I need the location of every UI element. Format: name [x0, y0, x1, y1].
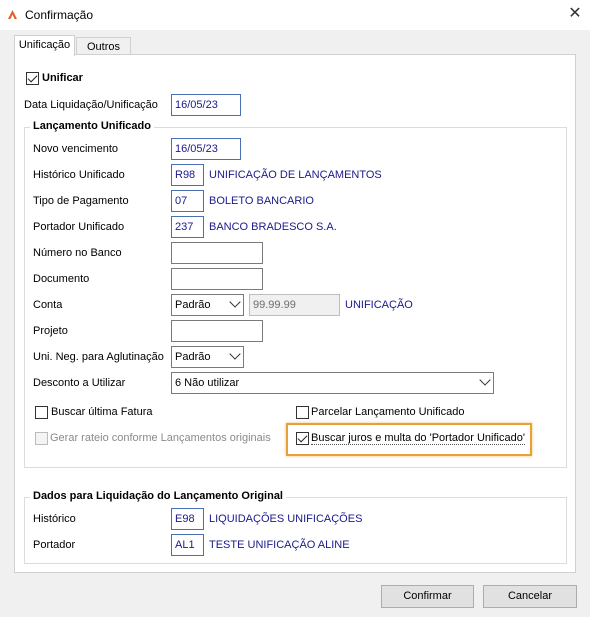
unificar-checkbox[interactable] — [26, 72, 39, 85]
dados-liquidacao-group — [24, 497, 567, 564]
confirm-button-label: Confirmar — [403, 590, 452, 602]
window-title: Confirmação — [25, 8, 94, 22]
buscar-juros-checkbox[interactable] — [296, 432, 309, 445]
buscar-juros-label: Buscar juros e multa do 'Portador Unific… — [311, 432, 525, 445]
historico-original-desc: LIQUIDAÇÕES UNIFICAÇÕES — [209, 513, 363, 525]
tipo-pagamento-code-field[interactable]: 07 — [171, 190, 204, 212]
conta-select[interactable]: Padrão — [171, 294, 244, 316]
projeto-field[interactable] — [171, 320, 263, 342]
novo-vencimento-label: Novo vencimento — [33, 143, 118, 155]
data-liquidacao-label: Data Liquidação/Unificação — [24, 99, 158, 111]
check-icon — [297, 432, 308, 443]
dados-liquidacao-title: Dados para Liquidação do Lançamento Orig… — [30, 490, 286, 502]
conta-select-value: Padrão — [175, 299, 211, 311]
conta-desc: UNIFICAÇÃO — [345, 299, 413, 311]
check-icon — [27, 72, 38, 83]
lancamento-unificado-title: Lançamento Unificado — [30, 120, 154, 132]
close-icon[interactable]: ✕ — [566, 5, 584, 23]
tipo-pagamento-label: Tipo de Pagamento — [33, 195, 129, 207]
historico-unificado-label: Histórico Unificado — [33, 169, 125, 181]
cancel-button-label: Cancelar — [507, 590, 553, 602]
data-liquidacao-field[interactable]: 16/05/23 — [171, 94, 241, 116]
portador-unificado-label: Portador Unificado — [33, 221, 125, 233]
historico-desc: UNIFICAÇÃO DE LANÇAMENTOS — [209, 169, 382, 181]
tab-label: Outros — [86, 41, 120, 53]
app-logo-icon — [7, 9, 18, 20]
uni-neg-select-value: Padrão — [175, 351, 211, 363]
buscar-ultima-fatura-checkbox[interactable] — [35, 406, 48, 419]
portador-original-desc: TESTE UNIFICAÇÃO ALINE — [209, 539, 350, 551]
buscar-ultima-fatura-label: Buscar última Fatura — [51, 406, 153, 418]
historico-original-code-field[interactable]: E98 — [171, 508, 204, 530]
unificar-label: Unificar — [42, 72, 83, 84]
chevron-down-icon — [229, 296, 241, 308]
novo-vencimento-field[interactable]: 16/05/23 — [171, 138, 241, 160]
numero-banco-label: Número no Banco — [33, 247, 122, 259]
parcelar-label: Parcelar Lançamento Unificado — [311, 406, 465, 418]
gerar-rateio-checkbox — [35, 432, 48, 445]
historico-code-field[interactable]: R98 — [171, 164, 204, 186]
chevron-down-icon — [479, 374, 491, 386]
documento-label: Documento — [33, 273, 90, 285]
tipo-pagamento-desc: BOLETO BANCARIO — [209, 195, 314, 207]
desconto-select[interactable]: 6 Não utilizar — [171, 372, 494, 394]
desconto-label: Desconto a Utilizar — [33, 377, 126, 389]
tab-unificacao[interactable]: Unificação — [14, 35, 75, 56]
gerar-rateio-label: Gerar rateio conforme Lançamentos origin… — [50, 432, 271, 444]
tab-outros[interactable]: Outros — [76, 37, 131, 55]
parcelar-checkbox[interactable] — [296, 406, 309, 419]
desconto-select-value: 6 Não utilizar — [175, 377, 240, 389]
cancel-button[interactable]: Cancelar — [483, 585, 577, 608]
chevron-down-icon — [229, 348, 241, 360]
confirm-button[interactable]: Confirmar — [381, 585, 474, 608]
historico-original-label: Histórico — [33, 513, 76, 525]
portador-code-field[interactable]: 237 — [171, 216, 204, 238]
conta-code-field: 99.99.99 — [249, 294, 340, 316]
tab-label: Unificação — [18, 39, 71, 51]
portador-original-label: Portador — [33, 539, 76, 551]
portador-desc: BANCO BRADESCO S.A. — [209, 221, 337, 233]
conta-label: Conta — [33, 299, 63, 311]
portador-original-code-field[interactable]: AL1 — [171, 534, 204, 556]
uni-neg-select[interactable]: Padrão — [171, 346, 244, 368]
numero-banco-field[interactable] — [171, 242, 263, 264]
uni-neg-label: Uni. Neg. para Aglutinação — [33, 351, 164, 363]
projeto-label: Projeto — [33, 325, 68, 337]
documento-field[interactable] — [171, 268, 263, 290]
